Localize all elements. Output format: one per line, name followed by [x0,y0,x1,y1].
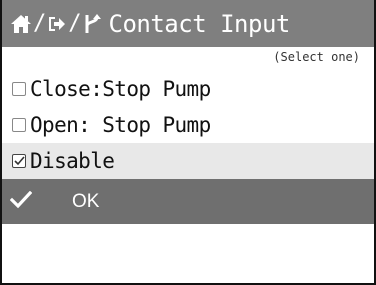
contact-input-screen: / / Contact Input (Select one) Close:Sto… [0,0,376,285]
option-disable[interactable]: Disable [2,143,374,179]
option-label: Disable [30,148,115,173]
ok-label: OK [72,191,100,212]
page-title: Contact Input [108,9,291,38]
ok-button[interactable]: OK [2,179,374,224]
option-open-stop-pump[interactable]: Open: Stop Pump [2,107,374,143]
checkmark-icon [9,190,33,213]
breadcrumb: / / [10,0,101,47]
breadcrumb-separator: / [68,10,82,36]
option-label: Close:Stop Pump [30,76,211,101]
breadcrumb-separator: / [33,10,47,36]
checkbox-unchecked-icon[interactable] [12,82,26,96]
select-hint: (Select one) [273,50,360,64]
option-close-stop-pump[interactable]: Close:Stop Pump [2,71,374,107]
checkbox-checked-icon[interactable] [12,154,26,168]
login-arrow-icon[interactable] [47,14,67,34]
fork-icon[interactable] [83,13,101,35]
option-label: Open: Stop Pump [30,112,211,137]
title-bar: / / Contact Input [2,0,374,47]
checkbox-unchecked-icon[interactable] [12,118,26,132]
home-icon[interactable] [10,14,32,34]
